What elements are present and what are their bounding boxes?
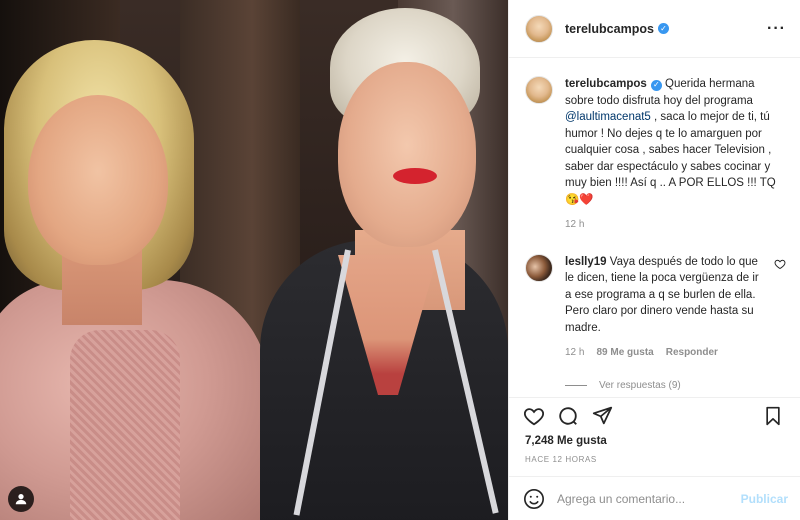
caption-body: terelubcampos ✓ Querida hermana sobre tod… bbox=[565, 76, 786, 234]
comment-time[interactable]: 12 h bbox=[565, 345, 584, 362]
comment-input[interactable] bbox=[557, 491, 733, 506]
comment-likes[interactable]: 89 Me gusta bbox=[596, 345, 653, 362]
replies-divider bbox=[565, 384, 587, 386]
caption-mention-link[interactable]: @laultimacenat5 bbox=[565, 111, 651, 123]
post-photo[interactable] bbox=[0, 0, 508, 520]
view-replies-label: Ver respuestas (9) bbox=[599, 379, 681, 391]
avatar[interactable] bbox=[525, 76, 553, 104]
share-paper-plane-icon[interactable] bbox=[589, 403, 615, 429]
avatar[interactable] bbox=[525, 14, 553, 43]
avatar[interactable] bbox=[525, 253, 553, 282]
emoji-smiley-icon[interactable] bbox=[523, 488, 545, 510]
reply-button[interactable]: Responder bbox=[666, 345, 718, 362]
caption: terelubcampos ✓ Querida hermana sobre tod… bbox=[525, 76, 786, 234]
caption-time[interactable]: 12 h bbox=[565, 217, 584, 234]
verified-badge-icon: ✓ bbox=[657, 23, 669, 34]
post-time-ago[interactable]: HACE 12 HORAS bbox=[509, 447, 800, 464]
comment-username[interactable]: leslly19 bbox=[565, 256, 607, 268]
comment-meta: 12 h 89 Me gusta Responder bbox=[565, 345, 764, 362]
verified-badge-icon: ✓ bbox=[650, 79, 662, 91]
caption-meta: 12 h bbox=[565, 217, 786, 234]
likes-count[interactable]: 7,248 Me gusta bbox=[509, 433, 800, 447]
like-heart-icon[interactable] bbox=[521, 403, 547, 429]
bookmark-icon[interactable] bbox=[760, 403, 786, 429]
caption-username[interactable]: terelubcampos bbox=[565, 78, 647, 90]
person-right-face bbox=[338, 62, 476, 247]
person-right-lips bbox=[393, 168, 437, 184]
caption-text: , saca lo mejor de ti, tú humor ! No dej… bbox=[565, 111, 776, 206]
post-actions bbox=[509, 397, 800, 433]
instagram-post: terelubcampos ✓ ··· terelubcampos ✓ Queri… bbox=[0, 0, 800, 520]
post-header: terelubcampos ✓ ··· bbox=[509, 0, 800, 58]
comment-bubble-icon[interactable] bbox=[555, 403, 581, 429]
view-replies-button[interactable]: Ver respuestas (9) bbox=[565, 380, 786, 391]
more-options-icon[interactable]: ··· bbox=[767, 20, 786, 38]
publish-button[interactable]: Publicar bbox=[741, 492, 788, 506]
like-comment-heart-icon[interactable] bbox=[774, 258, 786, 270]
add-comment-bar: Publicar bbox=[509, 476, 800, 520]
user-tag-icon[interactable] bbox=[8, 486, 34, 512]
person-left-blouse bbox=[70, 330, 180, 520]
post-side-panel: terelubcampos ✓ ··· terelubcampos ✓ Queri… bbox=[508, 0, 800, 520]
comment-body: leslly19 Vaya después de todo lo que le … bbox=[565, 254, 786, 362]
comment: leslly19 Vaya después de todo lo que le … bbox=[525, 253, 786, 362]
author-username[interactable]: terelubcampos bbox=[565, 22, 654, 36]
person-left-face bbox=[28, 95, 168, 265]
comments-list: terelubcampos ✓ Querida hermana sobre tod… bbox=[509, 58, 800, 391]
